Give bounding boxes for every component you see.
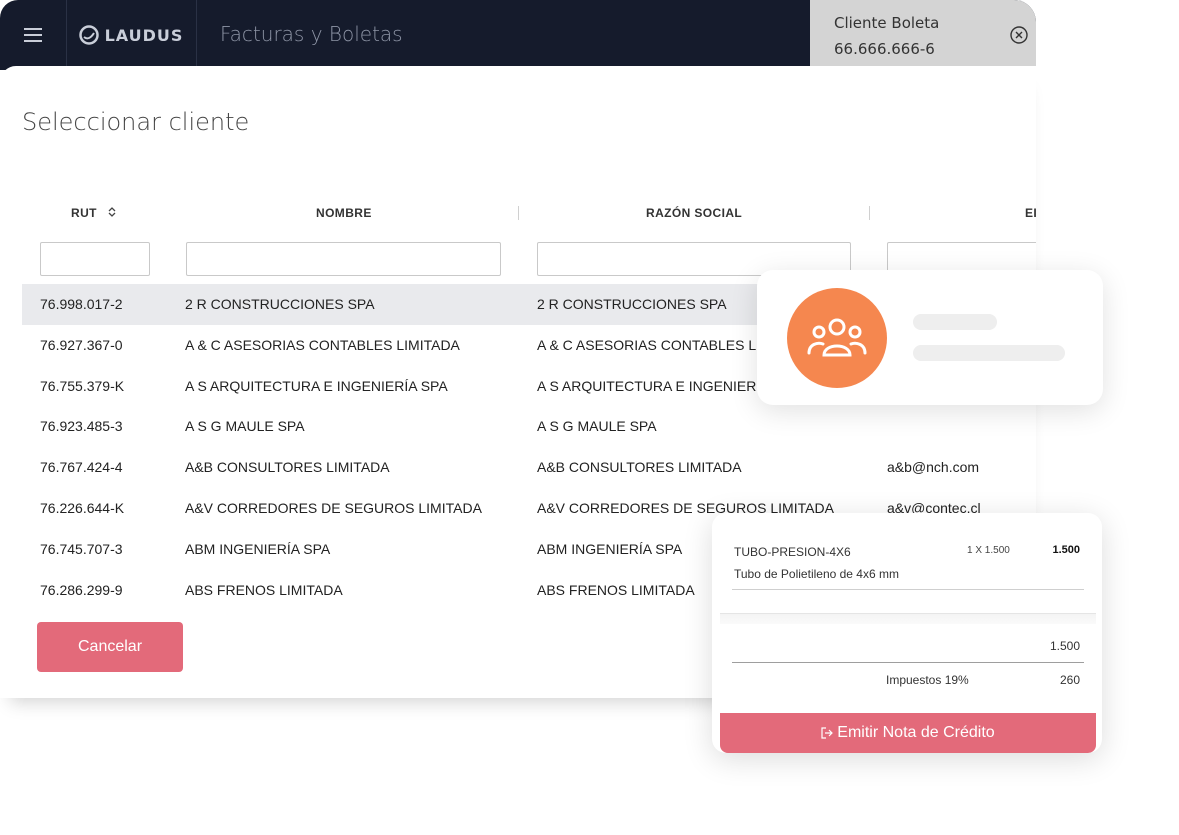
nombre-cell: 2 R CONSTRUCCIONES SPA [185,296,375,312]
laudus-logo-icon [78,25,99,45]
menu-icon [24,28,42,42]
client-rut: 66.666.666-6 [834,40,935,58]
rut-cell: 76.927.367-0 [40,336,123,353]
item-description: Tubo de Polietileno de 4x6 mm [734,567,899,581]
page-title: Facturas y Boletas [220,22,403,46]
rut-cell: 76.745.707-3 [40,540,123,557]
subtotal-value: 1.500 [1049,639,1080,653]
rut-cell: 76.998.017-2 [40,296,123,312]
nombre-cell: ABS FRENOS LIMITADA [185,581,343,598]
selected-client-pill[interactable]: Cliente Boleta 66.666.666-6 [810,0,1036,70]
rut-cell: 76.755.379-K [40,377,125,394]
cancel-button[interactable]: Cancelar [37,622,183,672]
nombre-filter-input[interactable] [186,242,501,276]
section-divider [720,613,1096,624]
tax-value: 260 [1059,673,1080,687]
column-divider [869,206,870,220]
column-divider [518,206,519,220]
column-header-nombre[interactable]: NOMBRE [316,206,372,220]
close-circle-icon[interactable] [1010,26,1028,44]
exit-icon [821,727,834,739]
column-header-razon-social[interactable]: RAZÓN SOCIAL [646,206,742,220]
emit-credit-note-button[interactable]: Emitir Nota de Crédito [720,713,1096,753]
razon-social-cell: 2 R CONSTRUCCIONES SPA [537,296,727,312]
nombre-cell: A S ARQUITECTURA E INGENIERÍA SPA [185,377,448,394]
menu-button[interactable] [0,0,67,70]
modal-title: Seleccionar cliente [22,108,250,136]
app-header: LAUDUS Facturas y Boletas Cliente Boleta… [0,0,1036,70]
email-cell: a&b@nch.com [887,459,980,476]
tax-label: Impuestos 19% [886,673,969,687]
placeholder-line [913,314,997,330]
divider [732,589,1084,590]
razon-social-cell: ABM INGENIERÍA SPA [537,540,683,557]
client-preview-card [757,270,1103,405]
avatar [787,288,887,388]
nombre-cell: A&B CONSULTORES LIMITADA [185,459,390,476]
rut-cell: 76.226.644-K [40,500,125,516]
rut-cell: 76.923.485-3 [40,418,123,435]
rut-filter-input[interactable] [40,242,150,276]
placeholder-line [913,345,1065,361]
client-name: Cliente Boleta [834,14,940,32]
item-quantity: 1 X 1.500 [967,545,1010,556]
nombre-cell: A & C ASESORIAS CONTABLES LIMITADA [185,336,460,353]
item-total: 1.500 [1052,544,1080,556]
nombre-cell: ABM INGENIERÍA SPA [185,540,331,557]
table-row[interactable]: 76.923.485-3 A S G MAULE SPA A S G MAULE S… [22,406,1036,447]
column-header-email[interactable]: EI [1025,206,1036,220]
divider [732,662,1084,663]
credit-note-card: TUBO-PRESION-4X6 1 X 1.500 1.500 Tubo de… [712,513,1102,753]
brand-name: LAUDUS [104,25,184,45]
nombre-cell: A S G MAULE SPA [185,418,305,435]
razon-social-cell: ABS FRENOS LIMITADA [537,581,695,598]
column-header-rut-label: RUT [71,206,97,220]
nombre-cell: A&V CORREDORES DE SEGUROS LIMITADA [185,500,482,516]
rut-cell: 76.286.299-9 [40,581,123,598]
users-icon [807,318,867,357]
rut-cell: 76.767.424-4 [40,459,123,476]
razon-social-cell: A&B CONSULTORES LIMITADA [537,459,742,476]
sort-icon[interactable] [107,206,117,218]
item-code: TUBO-PRESION-4X6 [734,545,851,559]
table-row[interactable]: 76.767.424-4 A&B CONSULTORES LIMITADA A&B … [22,447,1036,488]
razon-social-cell: A S G MAULE SPA [537,418,657,435]
column-header-rut[interactable]: RUT [71,206,117,220]
emit-credit-note-label: Emitir Nota de Crédito [837,724,995,741]
brand-logo[interactable]: LAUDUS [66,0,197,70]
